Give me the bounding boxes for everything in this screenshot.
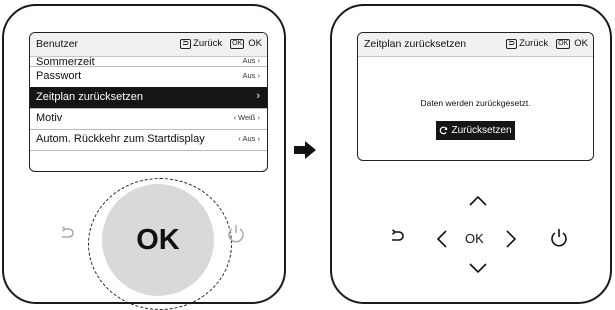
menu-item-passwort[interactable]: Passwort Aus › <box>30 66 267 88</box>
menu-item-label: Passwort <box>36 70 82 82</box>
right-header-title: Zeitplan zurücksetzen <box>364 38 467 50</box>
power-icon[interactable] <box>227 224 245 244</box>
chevron-up-icon[interactable] <box>469 195 487 206</box>
right-header: Zeitplan zurücksetzen Zurück OK OK <box>358 33 593 57</box>
menu-item-value: ‹ Aus › <box>238 134 260 143</box>
ok-box-icon[interactable]: OK <box>556 38 571 49</box>
menu-item-label: Autom. Rückkehr zum Startdisplay <box>36 133 205 145</box>
chevron-down-icon[interactable] <box>469 263 487 274</box>
left-screen: Benutzer Zurück OK OK Sommerzeit Aus › B… <box>29 32 268 172</box>
ok-box-icon[interactable]: OK <box>230 38 245 49</box>
left-header-overlay: Benutzer Zurück OK OK <box>30 33 267 57</box>
menu-item-label: Motiv <box>36 112 63 124</box>
menu-item-motiv[interactable]: Motiv ‹ Weiß › <box>30 108 267 130</box>
left-header-title: Benutzer <box>36 38 79 50</box>
menu-item-value: Aus › <box>242 71 260 80</box>
reset-button[interactable]: Zurücksetzen <box>436 121 515 140</box>
left-back-label[interactable]: Zurück <box>193 38 222 49</box>
chevron-left-icon[interactable] <box>436 230 447 248</box>
chevron-right-icon: › <box>256 90 260 102</box>
right-back-label[interactable]: Zurück <box>519 38 548 49</box>
ok-button[interactable]: OK <box>102 184 214 296</box>
refresh-icon <box>440 126 448 135</box>
back-box-icon[interactable] <box>180 38 192 49</box>
left-ok-label[interactable]: OK <box>248 38 262 49</box>
right-screen: Zeitplan zurücksetzen Zurück OK OK Daten… <box>357 32 594 161</box>
reset-button-label: Zurücksetzen <box>451 125 512 136</box>
menu-item-value: Aus › <box>242 56 260 65</box>
arrow-right-icon <box>293 140 317 165</box>
menu-item-label: Zeitplan zurücksetzen <box>36 91 143 103</box>
reset-message: Daten werden zurückgesetzt. <box>420 98 531 108</box>
menu-item-zeitplan-zuruecksetzen[interactable]: Zeitplan zurücksetzen › <box>30 87 267 109</box>
right-header-nav: Zurück OK OK <box>506 38 588 49</box>
menu-item-autom-rueckkehr[interactable]: Autom. Rückkehr zum Startdisplay ‹ Aus › <box>30 129 267 151</box>
ok-text-button[interactable]: OK <box>465 231 484 246</box>
menu-item-value: ‹ Weiß › <box>233 113 260 122</box>
right-ok-label[interactable]: OK <box>574 38 588 49</box>
back-arrow-icon[interactable] <box>59 226 75 244</box>
chevron-right-icon[interactable] <box>506 230 517 248</box>
back-arrow-icon[interactable] <box>389 229 405 247</box>
left-header-nav: Zurück OK OK <box>180 38 262 49</box>
power-icon[interactable] <box>550 228 568 248</box>
back-box-icon[interactable] <box>506 38 518 49</box>
